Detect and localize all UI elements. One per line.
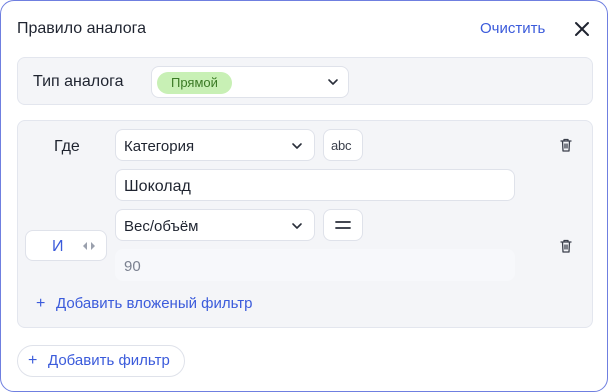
connector-label: И	[52, 238, 64, 255]
add-nested-filter-label: Добавить вложеный фильтр	[56, 295, 253, 312]
value-input-text: Шоколад	[124, 178, 191, 195]
plus-icon: +	[28, 352, 38, 369]
analog-type-panel: Тип аналога Прямой	[17, 57, 593, 105]
text-contains-icon: abc	[331, 138, 352, 153]
close-button[interactable]	[571, 18, 593, 40]
swap-arrows-icon	[83, 242, 95, 250]
clear-link[interactable]: Очистить	[480, 20, 545, 37]
chevron-down-icon	[292, 143, 302, 149]
add-filter-label: Добавить фильтр	[48, 352, 170, 369]
where-label: Где	[54, 138, 80, 155]
value-input-text: 90	[124, 258, 141, 275]
close-icon	[575, 22, 589, 36]
plus-icon: +	[36, 295, 46, 312]
value-input-weight[interactable]: 90	[115, 249, 515, 281]
field-select-category[interactable]: Категория	[115, 129, 315, 161]
field-select-value: Вес/объём	[124, 218, 199, 235]
connector-toggle[interactable]: И	[25, 230, 107, 261]
analog-type-select[interactable]: Прямой	[151, 66, 349, 98]
value-input-category[interactable]: Шоколад	[115, 169, 515, 201]
add-filter-button[interactable]: + Добавить фильтр	[17, 345, 185, 377]
equals-icon	[335, 221, 351, 229]
dialog-title: Правило аналога	[17, 20, 147, 37]
chevron-down-icon	[328, 79, 338, 85]
trash-icon[interactable]	[558, 137, 574, 153]
trash-icon[interactable]	[558, 238, 574, 254]
field-select-weight[interactable]: Вес/объём	[115, 209, 315, 241]
chevron-down-icon	[292, 223, 302, 229]
analog-type-pill: Прямой	[157, 72, 232, 94]
filter-group-panel: Где Категория abc Шоколад И Вес/объём 90…	[17, 120, 593, 328]
field-select-value: Категория	[124, 138, 195, 155]
add-nested-filter-button[interactable]: + Добавить вложеный фильтр	[36, 295, 253, 313]
operator-equals-button[interactable]	[323, 209, 363, 241]
analog-type-label: Тип аналога	[33, 73, 124, 90]
analog-rule-dialog: Правило аналога Очистить Тип аналога Пря…	[0, 0, 608, 392]
operator-contains-button[interactable]: abc	[323, 129, 363, 161]
